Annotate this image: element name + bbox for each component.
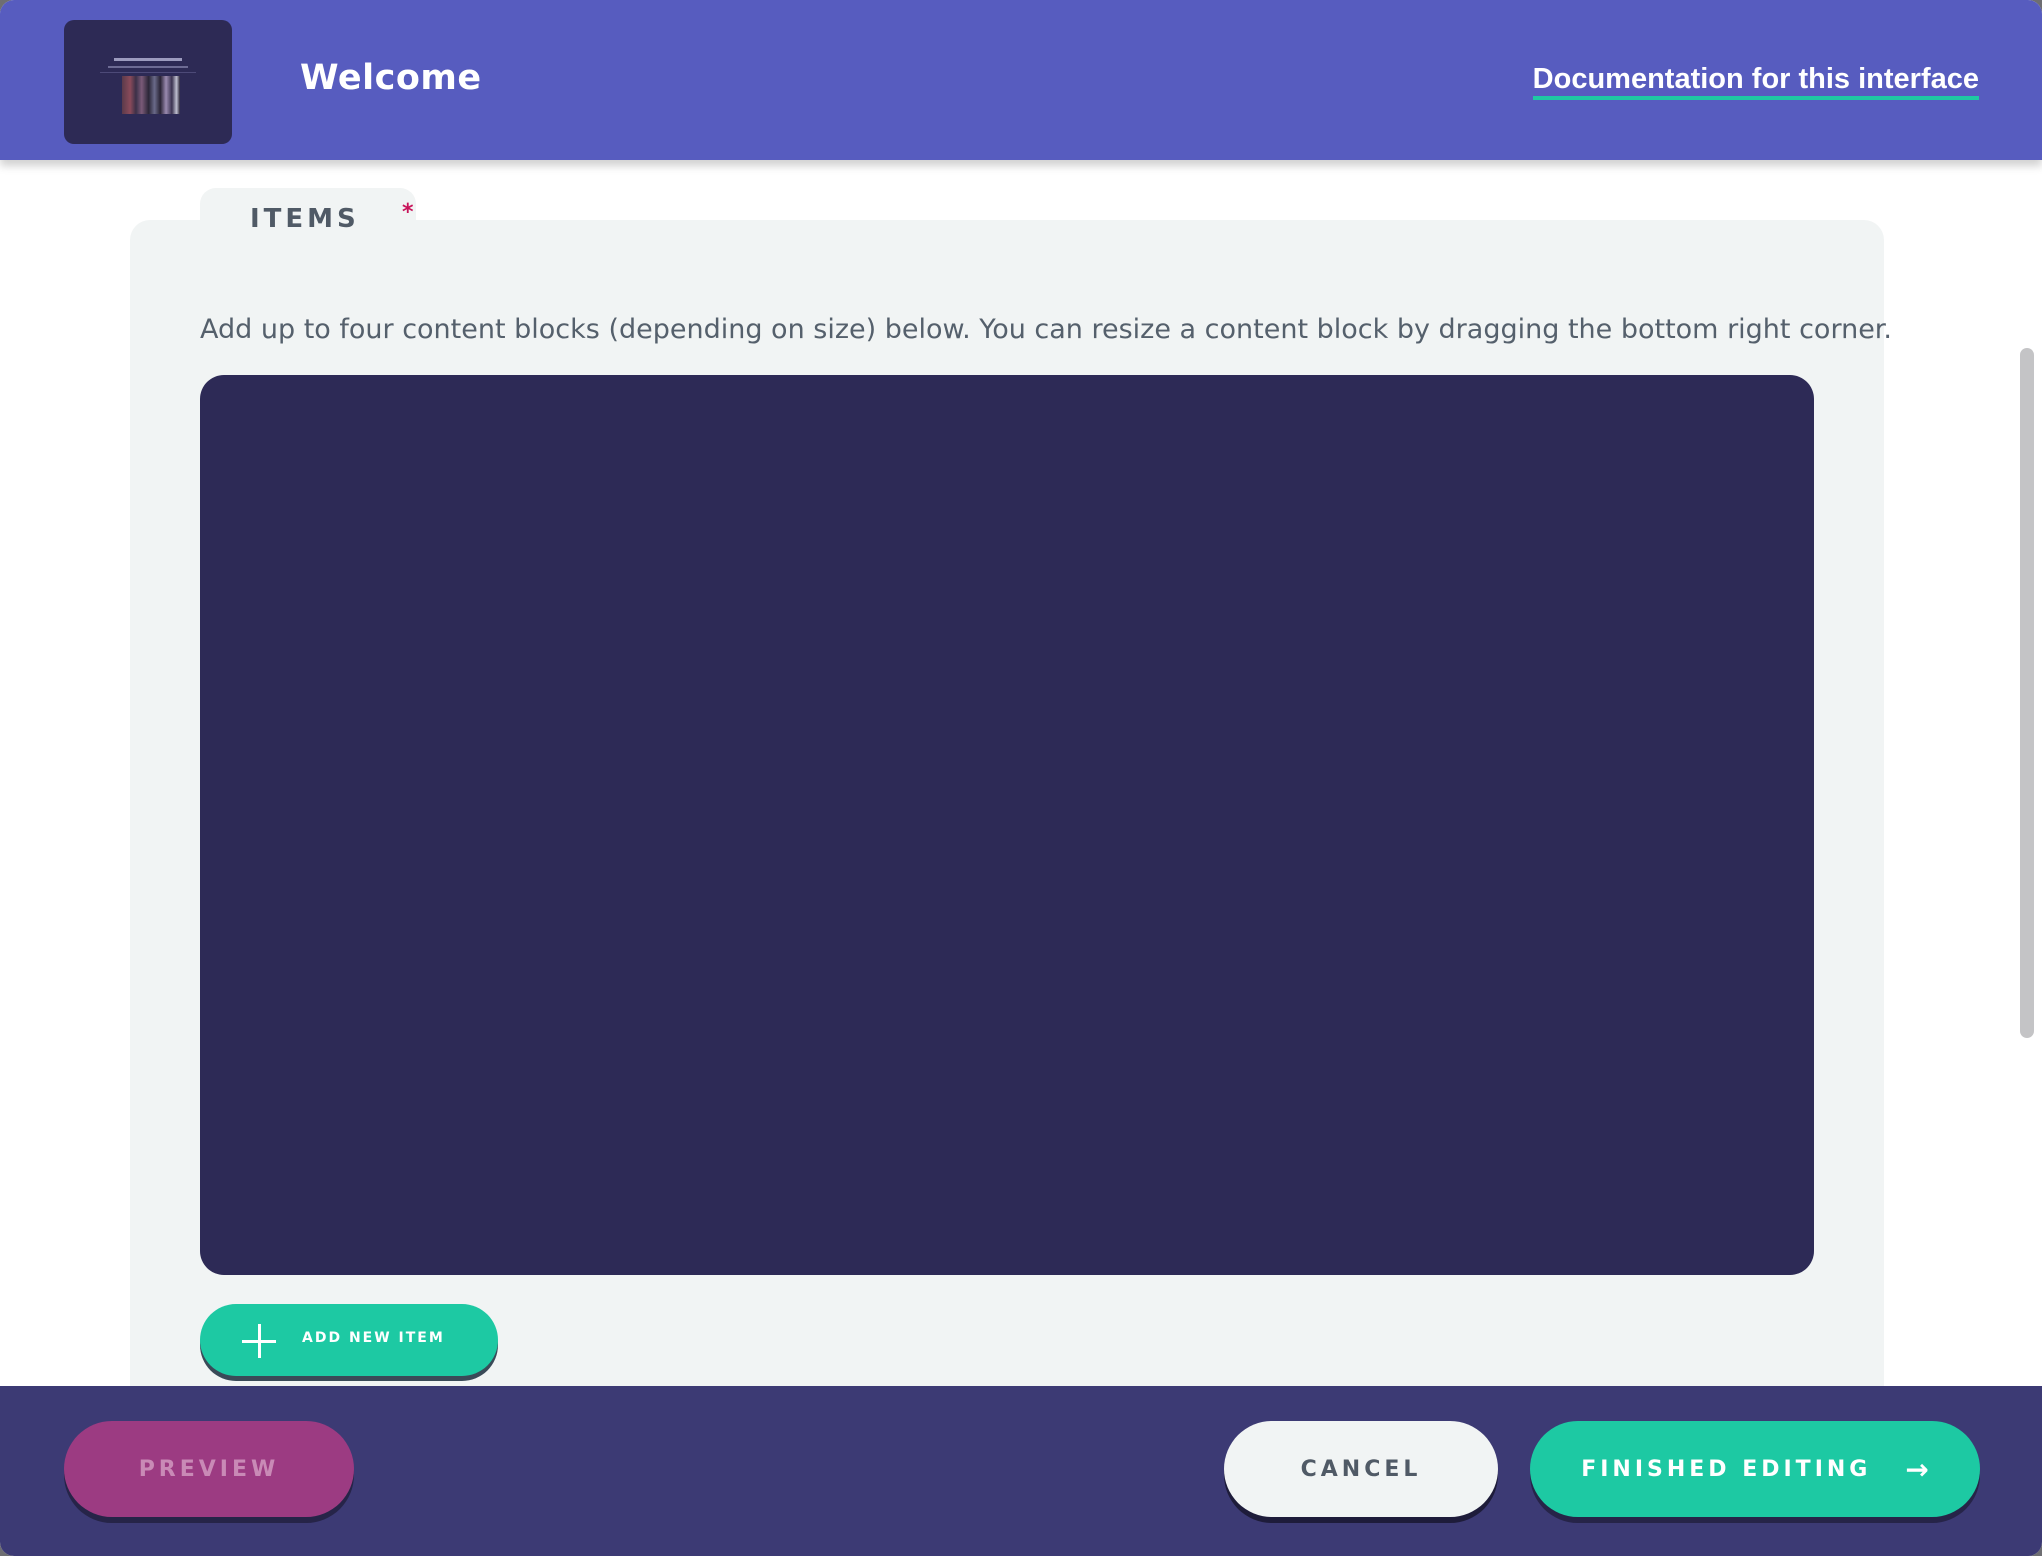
header-bar: Welcome Documentation for this interface: [0, 0, 2042, 160]
app-window: Welcome Documentation for this interface…: [0, 0, 2042, 1556]
items-tab-label: ITEMS *: [250, 200, 414, 234]
footer-bar: PREVIEW CANCEL FINISHED EDITING →: [0, 1386, 2042, 1556]
documentation-link[interactable]: Documentation for this interface: [1532, 62, 1979, 100]
arrow-right-icon: →: [1905, 1452, 1929, 1486]
page-title: Welcome: [300, 58, 482, 98]
plus-icon: [242, 1324, 276, 1358]
preview-button[interactable]: PREVIEW: [64, 1421, 354, 1517]
content-block[interactable]: [200, 375, 1814, 1275]
add-new-item-button[interactable]: ADD NEW ITEM: [200, 1304, 498, 1376]
thumbnail-image: [122, 76, 180, 114]
required-marker: *: [402, 200, 414, 225]
items-help-text: Add up to four content blocks (depending…: [200, 314, 1893, 345]
scrollbar[interactable]: [2020, 348, 2034, 1038]
template-thumbnail[interactable]: [64, 20, 232, 144]
cancel-button[interactable]: CANCEL: [1224, 1421, 1498, 1517]
items-tab: ITEMS *: [200, 188, 416, 244]
finished-editing-button[interactable]: FINISHED EDITING →: [1530, 1421, 1980, 1517]
add-new-item-label: ADD NEW ITEM: [302, 1330, 445, 1346]
